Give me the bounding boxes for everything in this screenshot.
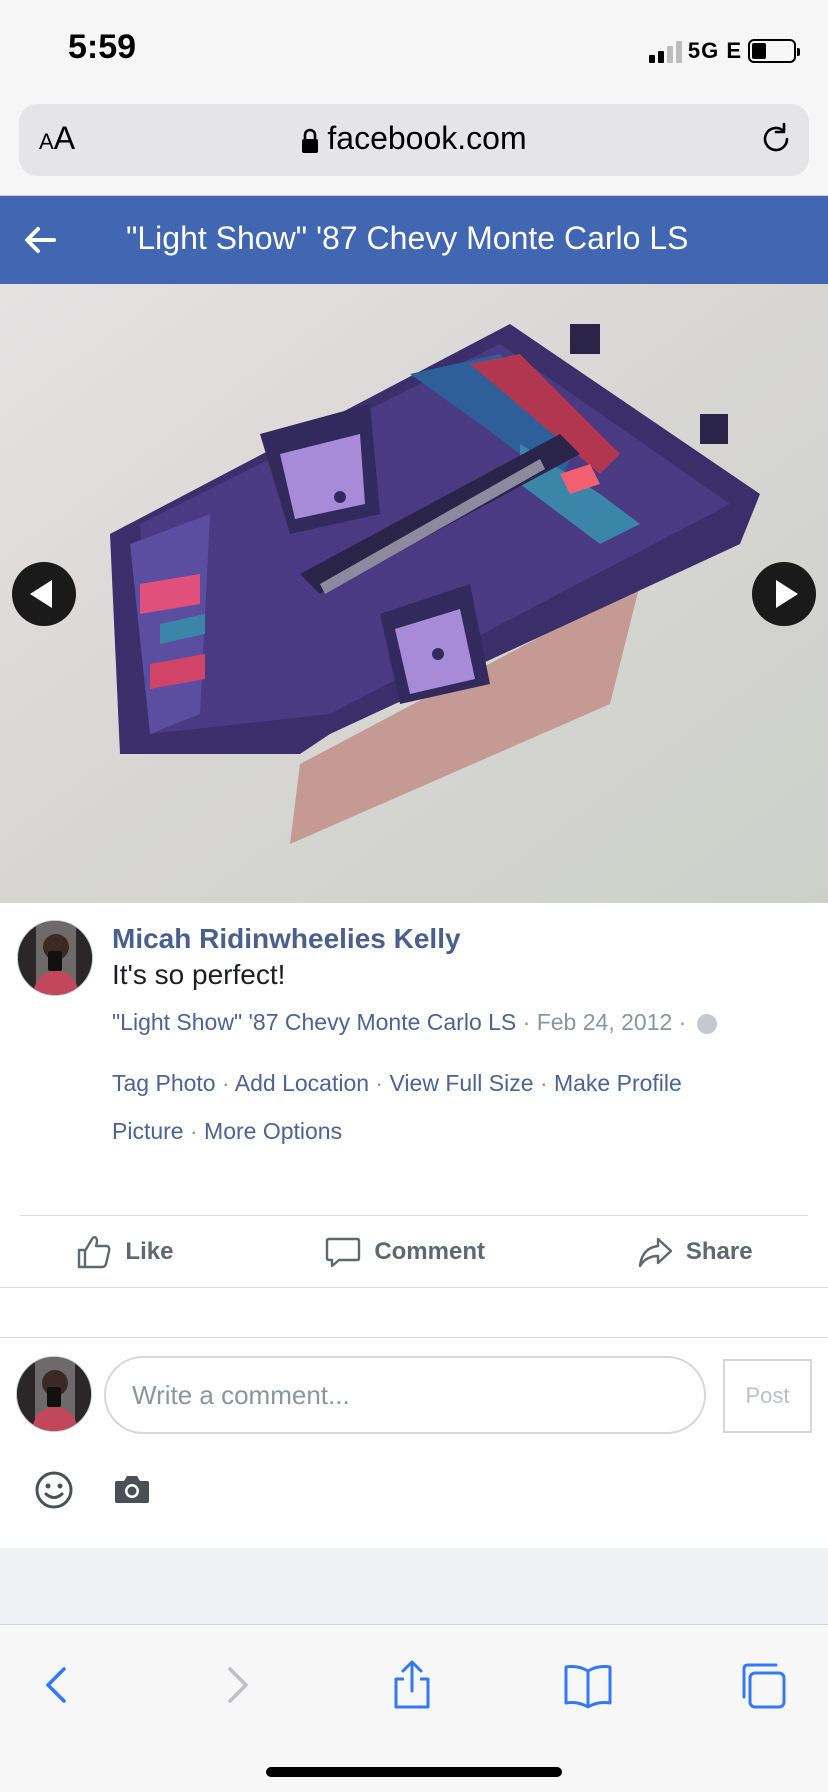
emoji-icon[interactable] bbox=[34, 1470, 74, 1510]
status-bar: 5:59 5G E bbox=[0, 0, 828, 96]
album-title: "Light Show" '87 Chevy Monte Carlo LS bbox=[126, 220, 689, 256]
thumbs-up-icon bbox=[78, 1235, 111, 1268]
camera-icon[interactable] bbox=[114, 1472, 150, 1506]
browser-forward-icon[interactable] bbox=[208, 1657, 264, 1713]
post-date[interactable]: Feb 24, 2012 bbox=[537, 1009, 673, 1035]
author-avatar[interactable] bbox=[17, 920, 93, 996]
signal-icon bbox=[648, 39, 682, 63]
lock-icon bbox=[302, 128, 319, 153]
like-button[interactable]: Like bbox=[75, 1233, 173, 1271]
chevron-right-icon bbox=[776, 580, 798, 608]
back-arrow-icon[interactable] bbox=[22, 222, 58, 258]
home-indicator bbox=[266, 1767, 562, 1777]
status-indicators: 5G E bbox=[648, 36, 800, 66]
photo-caption: It's so perfect! bbox=[112, 959, 286, 990]
status-time: 5:59 bbox=[68, 28, 137, 66]
previous-photo-button[interactable] bbox=[12, 562, 76, 626]
battery-icon bbox=[748, 39, 800, 63]
comment-bubble-icon bbox=[326, 1237, 361, 1267]
comment-button[interactable]: Comment bbox=[324, 1233, 485, 1271]
network-type: 5G E bbox=[687, 38, 742, 63]
next-photo-button[interactable] bbox=[752, 562, 816, 626]
url-text: facebook.com bbox=[327, 120, 527, 156]
more-options-link[interactable]: More Options bbox=[204, 1118, 342, 1144]
view-full-size-link[interactable]: View Full Size bbox=[390, 1070, 534, 1096]
add-location-link[interactable]: Add Location bbox=[235, 1070, 369, 1096]
photo-viewer[interactable] bbox=[0, 284, 828, 903]
page-bottom-area bbox=[0, 1548, 828, 1624]
browser-back-icon[interactable] bbox=[30, 1657, 86, 1713]
reload-icon[interactable] bbox=[759, 122, 793, 156]
globe-icon bbox=[696, 1013, 717, 1034]
tag-photo-link[interactable]: Tag Photo bbox=[112, 1070, 216, 1096]
photo-header: "Light Show" '87 Chevy Monte Carlo LS bbox=[0, 196, 828, 284]
share-button[interactable]: Share bbox=[636, 1233, 753, 1271]
album-link[interactable]: "Light Show" '87 Chevy Monte Carlo LS bbox=[112, 1009, 516, 1035]
reaction-bar: Like Comment Share bbox=[0, 1216, 828, 1288]
comment-composer: Post bbox=[0, 1338, 828, 1548]
url-display[interactable]: facebook.com bbox=[19, 120, 809, 157]
tabs-icon[interactable] bbox=[736, 1657, 792, 1713]
address-bar[interactable]: AA facebook.com bbox=[19, 104, 809, 176]
section-spacer bbox=[0, 1288, 828, 1338]
browser-toolbar bbox=[0, 1624, 828, 1792]
photo-action-links: Tag Photo · Add Location · View Full Siz… bbox=[112, 1070, 682, 1144]
share-sheet-icon[interactable] bbox=[384, 1657, 440, 1713]
post-comment-button[interactable]: Post bbox=[723, 1359, 812, 1433]
author-name[interactable]: Micah Ridinwheelies Kelly bbox=[112, 923, 461, 955]
chevron-left-icon bbox=[30, 580, 52, 608]
post-meta: "Light Show" '87 Chevy Monte Carlo LS · … bbox=[112, 1009, 717, 1036]
current-user-avatar bbox=[16, 1356, 92, 1432]
comment-input[interactable] bbox=[104, 1356, 706, 1434]
post-details: Micah Ridinwheelies Kelly It's so perfec… bbox=[0, 903, 828, 1288]
bookmarks-icon[interactable] bbox=[560, 1657, 616, 1713]
browser-address-area: AA facebook.com bbox=[0, 96, 828, 196]
photo-image bbox=[0, 284, 828, 903]
share-arrow-icon bbox=[638, 1237, 673, 1267]
